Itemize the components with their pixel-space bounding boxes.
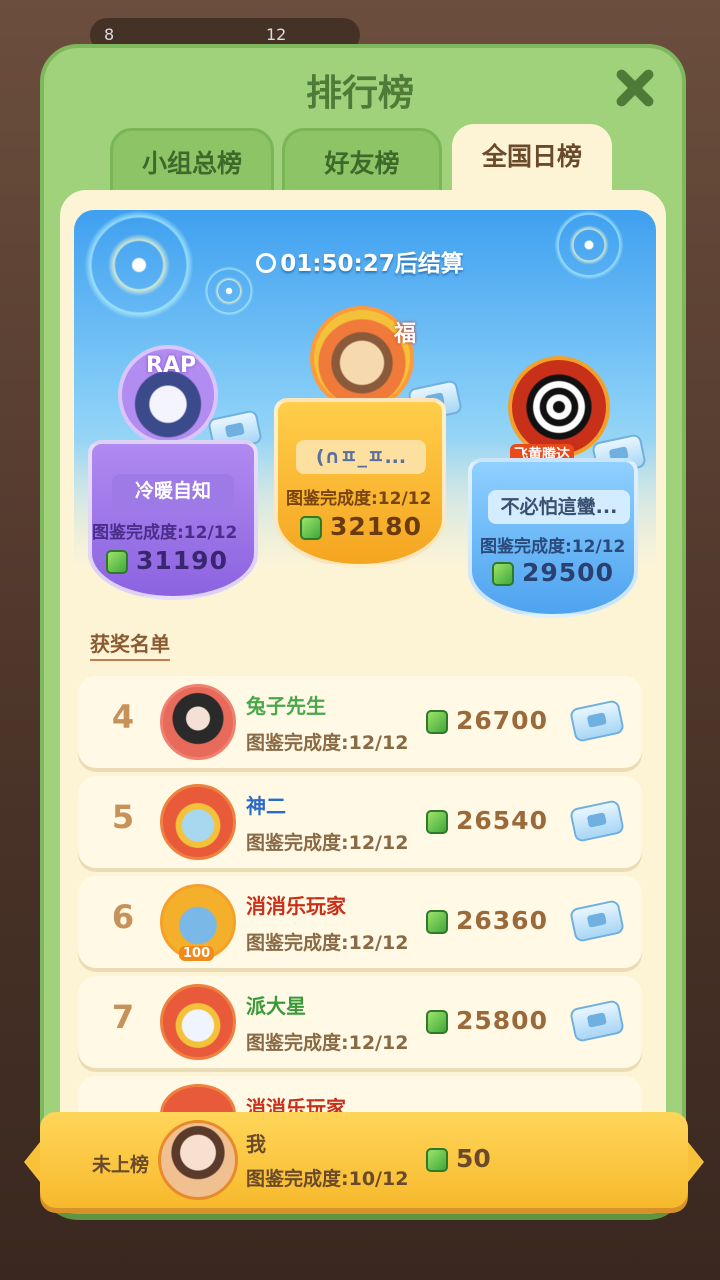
gem-icon	[426, 1148, 448, 1172]
podium-2-name: 冷暖自知	[112, 474, 234, 508]
player-score: 26540	[426, 806, 548, 835]
my-avatar[interactable]	[158, 1120, 238, 1200]
gem-icon	[426, 810, 448, 834]
gem-icon	[300, 516, 322, 540]
tab-friends[interactable]: 好友榜	[282, 128, 442, 196]
gem-icon	[426, 1010, 448, 1034]
rank-row-4[interactable]: 4 兔子先生 图鉴完成度:12/12 26700	[78, 676, 642, 768]
player-name: 派大星	[246, 994, 306, 1018]
my-rank-label: 未上榜	[92, 1154, 150, 1176]
gem-icon	[426, 710, 448, 734]
gem-icon	[106, 550, 128, 574]
winners-label: 获奖名单	[90, 628, 170, 661]
reward-chest-icon[interactable]	[569, 899, 625, 943]
podium-2-completion: 图鉴完成度:12/12	[92, 523, 238, 543]
player-name: 兔子先生	[246, 694, 326, 718]
rank-number: 5	[111, 798, 135, 836]
avatar-fu-text: 福	[393, 322, 416, 347]
avatar-rap-text: RAP	[146, 353, 197, 378]
podium-1-card	[274, 398, 446, 568]
avatar-badge: 100	[179, 946, 215, 961]
currency-right-value: 12	[266, 25, 287, 44]
podium-1-completion: 图鉴完成度:12/12	[286, 489, 432, 509]
player-completion: 图鉴完成度:12/12	[246, 932, 409, 954]
player-name: 消消乐玩家	[246, 894, 346, 918]
settlement-timer: 01:50:27后结算	[0, 244, 720, 278]
podium-1-name: (∩ㅍ_ㅍ...	[296, 440, 426, 474]
player-completion: 图鉴完成度:12/12	[246, 732, 409, 754]
reward-chest-icon[interactable]	[569, 999, 625, 1043]
podium-3-completion: 图鉴完成度:12/12	[480, 537, 626, 557]
rank-row-6[interactable]: 6 100 消消乐玩家 图鉴完成度:12/12 26360	[78, 876, 642, 968]
podium-2-score: 31190	[106, 546, 228, 575]
my-completion: 图鉴完成度:10/12	[246, 1168, 409, 1190]
my-score: 50	[426, 1144, 491, 1173]
gem-icon	[492, 562, 514, 586]
gem-icon	[426, 910, 448, 934]
timer-text: 01:50:27后结算	[280, 251, 464, 277]
rank-row-5[interactable]: 5 神二 图鉴完成度:12/12 26540	[78, 776, 642, 868]
player-completion: 图鉴完成度:12/12	[246, 832, 409, 854]
reward-chest-icon[interactable]	[569, 699, 625, 743]
rank-number: 7	[111, 998, 135, 1036]
podium-2-avatar[interactable]: RAP	[118, 345, 218, 445]
close-icon[interactable]	[612, 66, 656, 110]
player-avatar[interactable]	[160, 684, 236, 760]
tab-national-daily[interactable]: 全国日榜	[452, 124, 612, 196]
tab-group-total[interactable]: 小组总榜	[110, 128, 274, 196]
reward-chest-icon[interactable]	[569, 799, 625, 843]
player-completion: 图鉴完成度:12/12	[246, 1032, 409, 1054]
player-avatar[interactable]	[160, 784, 236, 860]
currency-left-value: 8	[104, 25, 115, 44]
player-name: 神二	[246, 794, 286, 818]
player-avatar[interactable]	[160, 984, 236, 1060]
podium-1-avatar[interactable]: 福	[310, 306, 416, 410]
podium-1-score: 32180	[300, 512, 422, 541]
clock-icon	[256, 253, 277, 273]
podium-3-score: 29500	[492, 558, 614, 587]
player-score: 26700	[426, 706, 548, 735]
player-score: 25800	[426, 1006, 548, 1035]
my-rank-bar[interactable]: 未上榜 我 图鉴完成度:10/12 50	[24, 1112, 704, 1208]
player-score: 26360	[426, 906, 548, 935]
rank-row-7[interactable]: 7 派大星 图鉴完成度:12/12 25800	[78, 976, 642, 1068]
podium-3-name: 不必怕這蠻...	[488, 490, 630, 524]
my-name: 我	[246, 1132, 266, 1156]
rank-number: 4	[111, 698, 135, 736]
player-avatar[interactable]: 100	[160, 884, 236, 961]
rank-number: 6	[111, 898, 135, 936]
